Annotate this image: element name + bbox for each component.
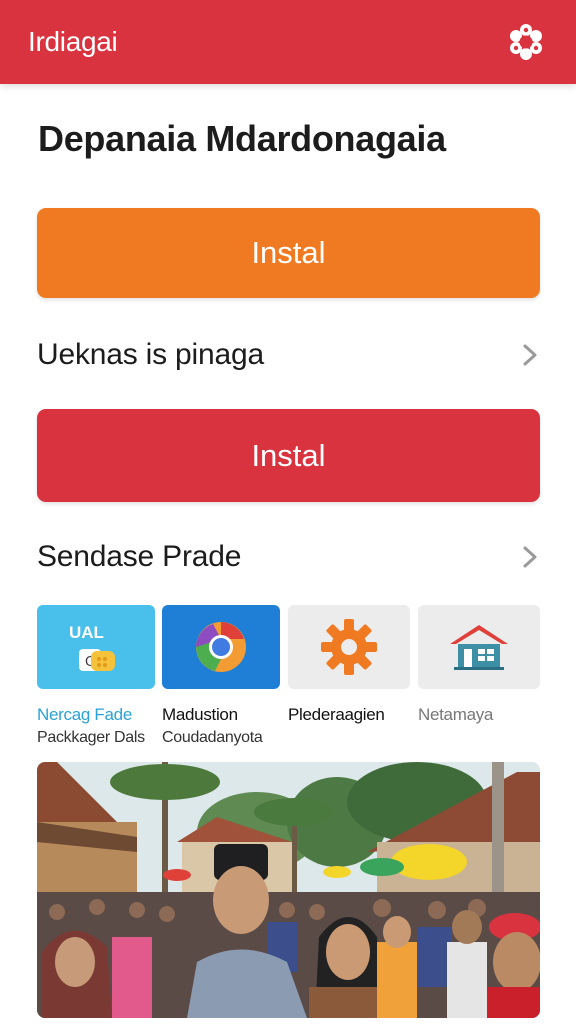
app-title: Irdiagai [28, 26, 118, 57]
install-button-secondary[interactable]: Instal [37, 409, 540, 502]
photo-illustration [37, 762, 540, 1018]
tile-title: Nercag Fade [37, 705, 132, 724]
row-label: Ueknas is pinaga [37, 338, 264, 371]
row-label: Sendase Prade [37, 540, 242, 573]
browser-circle-icon [196, 622, 246, 672]
tile-title: Plederaagien [288, 705, 385, 724]
tile-badge: UAL [69, 623, 104, 642]
settings-button[interactable] [506, 22, 546, 62]
settings-flower-icon [510, 24, 542, 60]
tile-thumbnail [162, 605, 280, 689]
tile-subtitle: Coudadanyota [162, 729, 263, 746]
app-tiles-grid: UAL C Nercag Fade Packkager Dals Madusti… [37, 605, 540, 749]
page-title: Depanaia Mdardonagaia [38, 118, 446, 159]
tile-thumbnail [288, 605, 410, 689]
gear-icon [321, 619, 377, 675]
tile-subtitle: Packkager Dals [37, 729, 145, 746]
tile-title: Netamaya [418, 705, 494, 724]
tile-title: Madustion [162, 705, 238, 724]
community-photo [37, 762, 540, 1018]
list-row-ueknas[interactable]: Ueknas is pinaga [37, 331, 540, 379]
app-tile-plederaagien[interactable]: Plederaagien [288, 605, 410, 725]
tile-thumbnail: UAL C [37, 605, 155, 689]
install-button-primary[interactable]: Instal [37, 208, 540, 298]
tile-thumbnail [418, 605, 540, 689]
top-app-bar: Irdiagai [0, 0, 576, 84]
chevron-right-icon [523, 344, 537, 366]
chevron-right-icon [523, 546, 537, 568]
app-tile-nercag[interactable]: UAL C Nercag Fade Packkager Dals [37, 605, 155, 747]
house-icon [450, 625, 508, 670]
wallet-card-icon: C [79, 649, 115, 671]
list-row-sendase[interactable]: Sendase Prade [37, 533, 540, 581]
app-tile-netamaya[interactable]: Netamaya [418, 605, 540, 725]
app-tile-madustion[interactable]: Madustion Coudadanyota [162, 605, 280, 747]
